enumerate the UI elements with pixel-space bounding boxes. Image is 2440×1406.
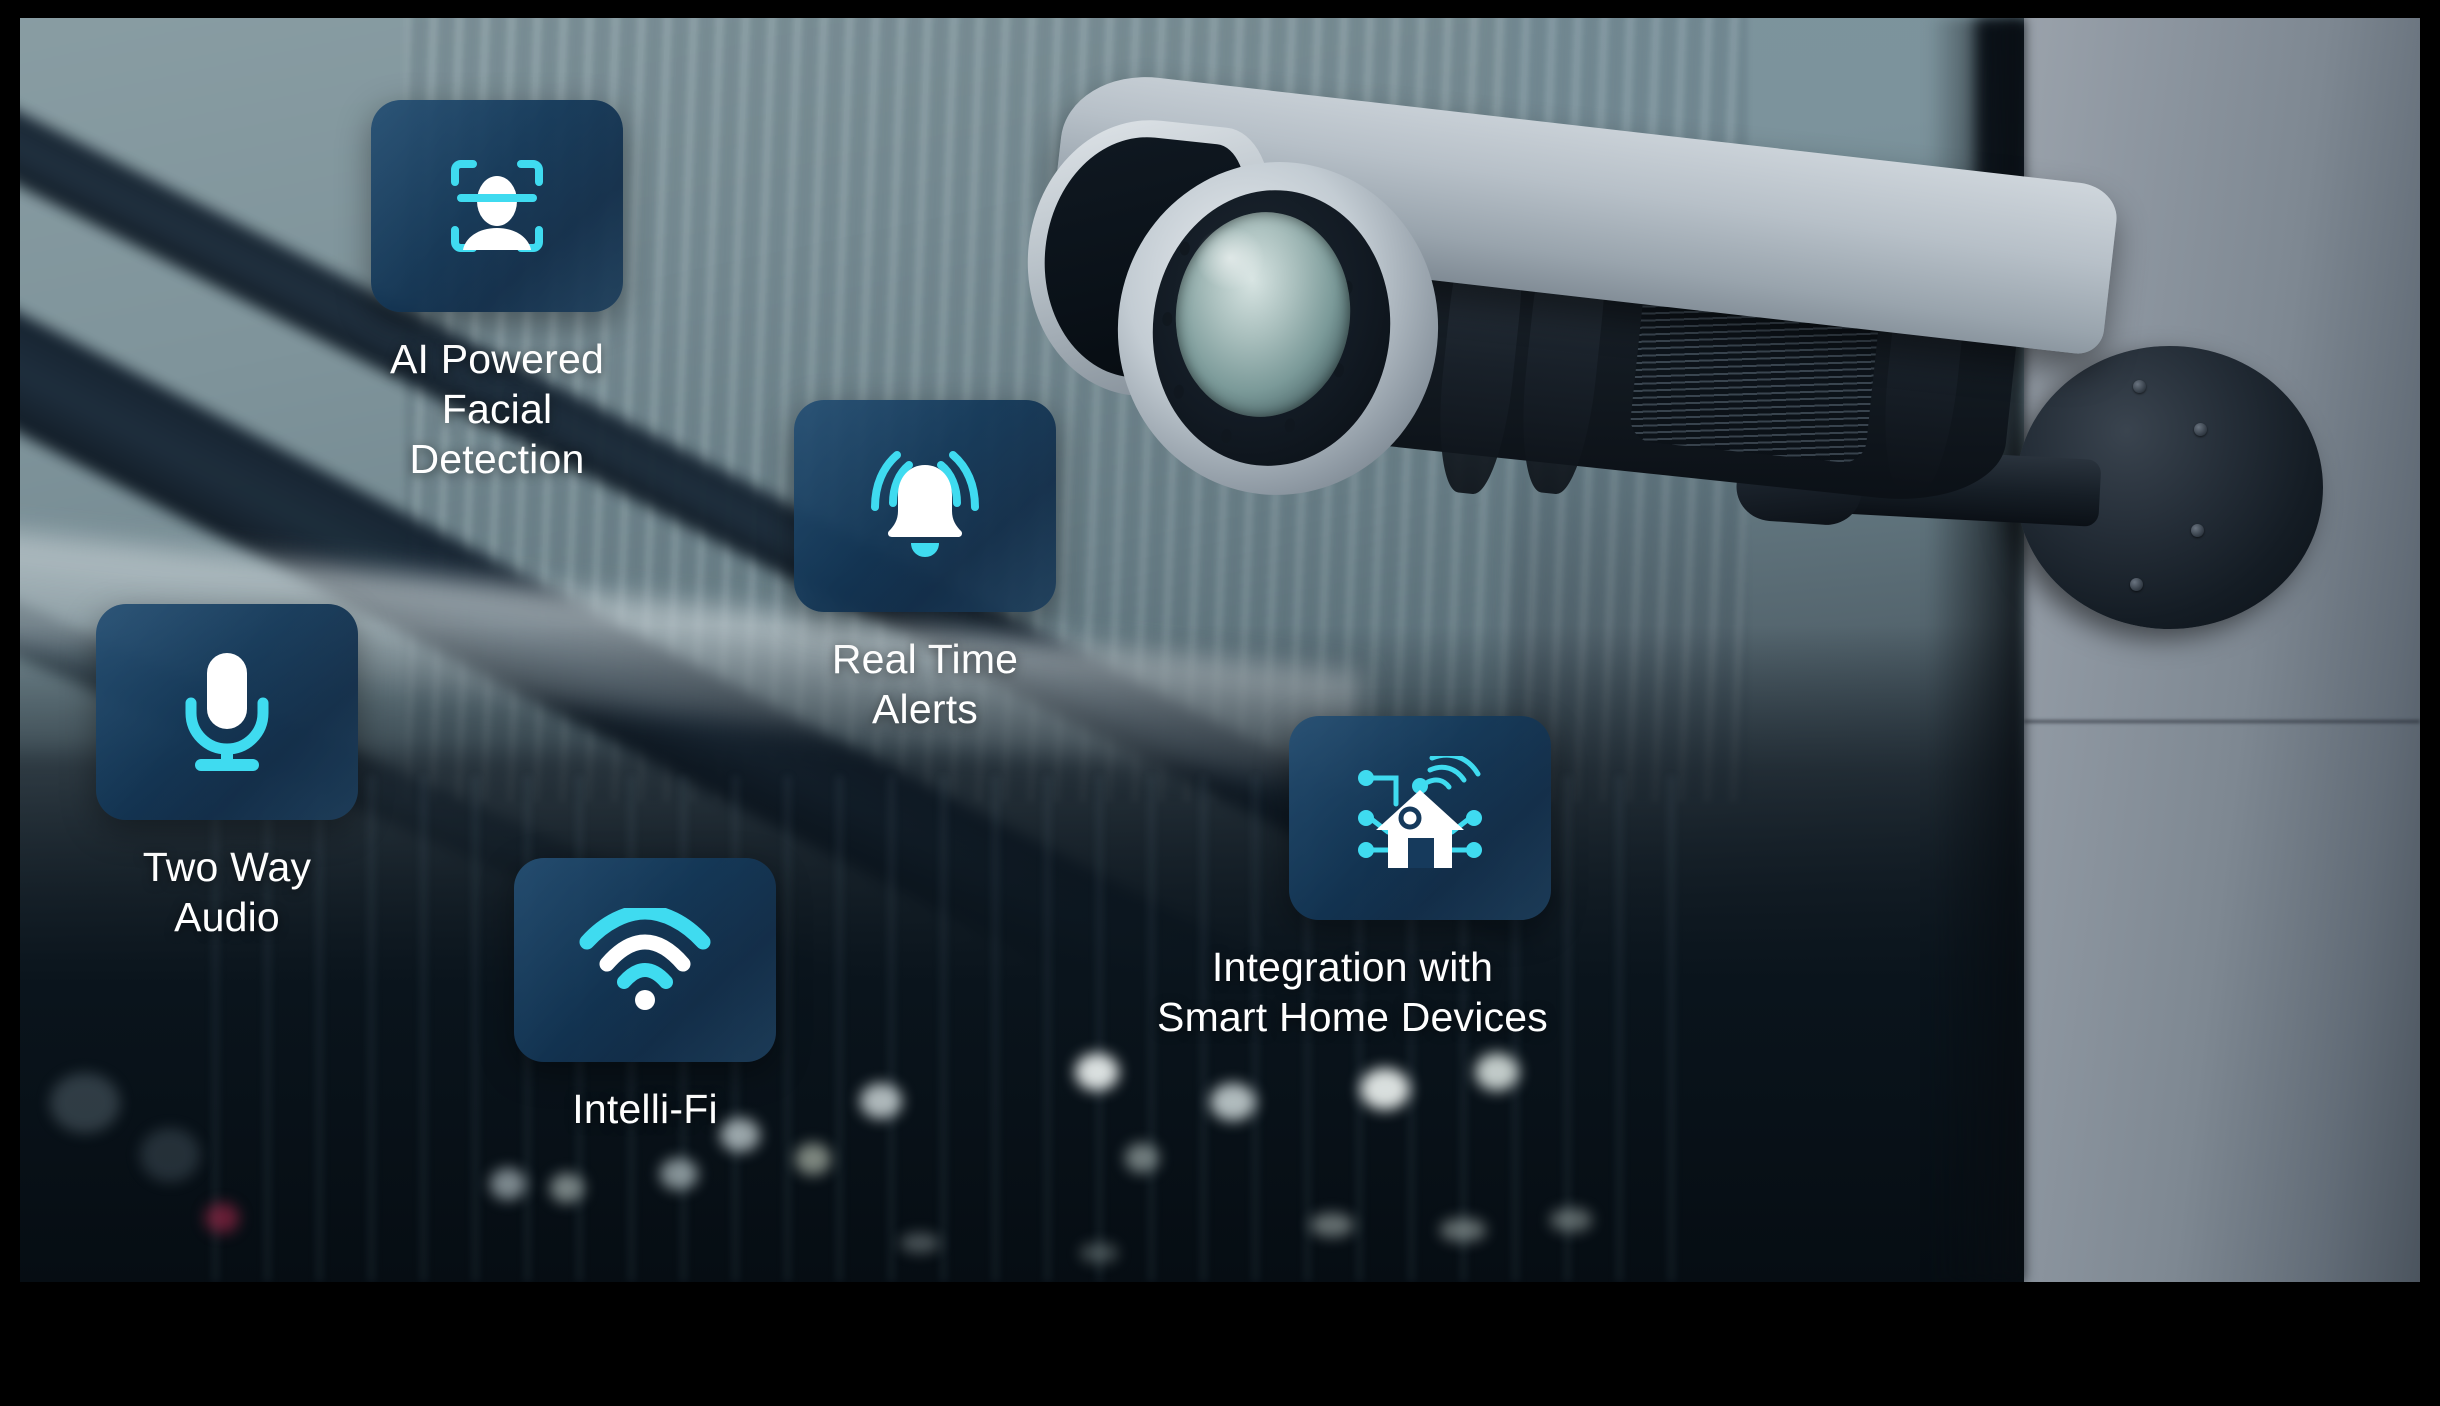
feature-label: Integration with Smart Home Devices xyxy=(1157,944,1548,1041)
mount-screw xyxy=(2193,422,2207,436)
bokeh-dot xyxy=(900,1233,940,1253)
bokeh-dot xyxy=(1210,1083,1256,1121)
feature-intelli-fi[interactable]: Intelli-Fi xyxy=(500,858,790,1134)
feature-tile[interactable] xyxy=(371,100,623,312)
feature-tile[interactable] xyxy=(96,604,358,820)
bokeh-dot xyxy=(1125,1143,1159,1173)
cctv-camera xyxy=(1014,56,2420,764)
microphone-icon xyxy=(185,653,269,771)
feature-tile[interactable] xyxy=(514,858,776,1062)
feature-smart-home-integration[interactable]: Integration with Smart Home Devices xyxy=(1157,716,1565,1042)
bokeh-dot xyxy=(1440,1218,1486,1242)
screenshot-canvas: AI Powered Facial Detection Real Time Al… xyxy=(0,0,2440,1406)
mount-screw xyxy=(2129,578,2143,592)
bokeh-dot xyxy=(50,1073,120,1133)
bokeh-dot xyxy=(1475,1053,1519,1091)
ringing-bell-icon xyxy=(871,451,979,557)
bokeh-dot xyxy=(1360,1068,1410,1110)
feature-tile[interactable] xyxy=(794,400,1056,612)
bokeh-dot xyxy=(795,1143,831,1175)
mount-screw xyxy=(2190,524,2204,538)
feature-real-time-alerts[interactable]: Real Time Alerts xyxy=(780,400,1070,734)
feature-ai-facial-detection[interactable]: AI Powered Facial Detection xyxy=(352,100,642,484)
feature-two-way-audio[interactable]: Two Way Audio xyxy=(82,604,372,942)
bokeh-dot xyxy=(860,1083,902,1119)
wifi-icon xyxy=(579,908,711,1010)
bokeh-dot xyxy=(660,1158,698,1190)
bokeh-dot xyxy=(205,1203,239,1233)
bokeh-dot xyxy=(140,1128,200,1182)
bokeh-dot xyxy=(1075,1053,1119,1091)
feature-tile[interactable] xyxy=(1289,716,1551,920)
feature-label: Two Way Audio xyxy=(142,844,312,941)
bokeh-dot xyxy=(1310,1213,1354,1237)
hero-photo: AI Powered Facial Detection Real Time Al… xyxy=(20,18,2420,1282)
smart-home-network-icon xyxy=(1358,756,1482,868)
bokeh-dot xyxy=(1080,1243,1118,1263)
feature-label: Real Time Alerts xyxy=(831,636,1019,733)
feature-label: AI Powered Facial Detection xyxy=(390,336,604,483)
mount-screw xyxy=(2132,380,2146,394)
bokeh-dot xyxy=(490,1168,526,1200)
bokeh-dot xyxy=(1550,1208,1592,1232)
bokeh-dot xyxy=(550,1173,584,1203)
face-scan-icon xyxy=(451,160,543,252)
feature-label: Intelli-Fi xyxy=(572,1086,718,1132)
